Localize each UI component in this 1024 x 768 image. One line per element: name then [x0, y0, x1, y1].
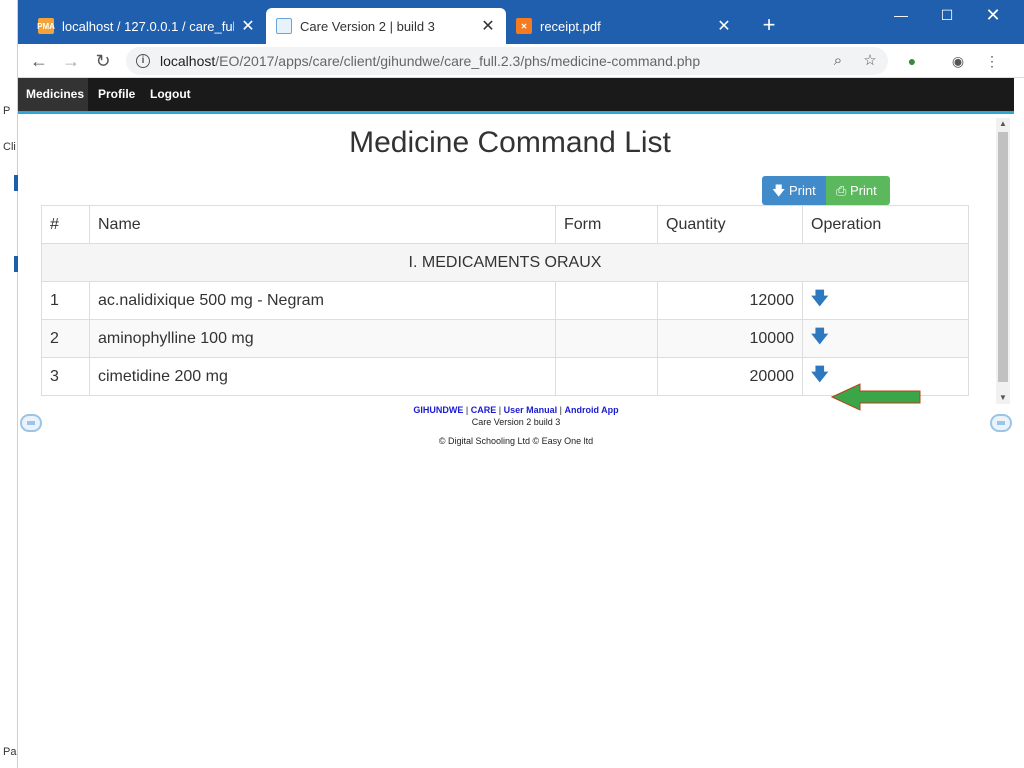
table-row: 1 ac.nalidixique 500 mg - Negram 12000 🡇 [41, 281, 969, 320]
scroll-down-icon[interactable]: ▼ [996, 392, 1010, 404]
extension-globe-icon[interactable]: ● [900, 49, 924, 73]
page-icon [276, 18, 292, 34]
arrow-down-icon[interactable]: 🡇 [811, 289, 828, 308]
row-number: 2 [41, 319, 90, 358]
column-header: Quantity [657, 205, 803, 244]
medicine-quantity: 20000 [657, 357, 803, 396]
tab-title: localhost / 127.0.0.1 / care_full_v [62, 18, 234, 34]
tab-strip: PMA localhost / 127.0.0.1 / care_full_v … [18, 0, 1024, 44]
table-header-row: # Name Form Quantity Operation [41, 205, 969, 244]
footer-copyright: © Digital Schooling Ltd © Easy One ltd [438, 436, 594, 446]
reload-icon[interactable]: ↻ [90, 48, 116, 74]
arrow-down-icon[interactable]: 🡇 [811, 365, 828, 384]
tab-receipt[interactable]: ✕ receipt.pdf ✕ [506, 8, 742, 44]
row-number: 1 [41, 281, 90, 320]
arrow-down-icon: 🡇 [772, 183, 786, 198]
maximize-icon[interactable]: ☐ [924, 0, 970, 30]
footer-separator: | [498, 405, 502, 415]
footer-links: GIHUNDWE | CARE | User Manual | Android … [18, 404, 1014, 416]
frame-scrollbar[interactable]: ▲ ▼ [996, 118, 1010, 404]
close-tab-icon[interactable]: ✕ [480, 16, 496, 36]
zoom-icon[interactable]: ⌕ [826, 49, 850, 73]
medicine-name: ac.nalidixique 500 mg - Negram [89, 281, 556, 320]
bg-text: P [3, 105, 11, 117]
frame-body: Medicine Command List 🡇 Print ⎙ Print # … [24, 126, 996, 402]
footer-link-user-manual[interactable]: User Manual [504, 405, 558, 415]
forward-icon[interactable]: → [58, 48, 84, 74]
app-navbar: Medicines Profile Logout [18, 78, 1014, 114]
nav-item-logout[interactable]: Logout [142, 78, 199, 111]
tab-title: receipt.pdf [540, 18, 601, 34]
footer: GIHUNDWE | CARE | User Manual | Android … [18, 404, 1014, 447]
tab-title: Care Version 2 | build 3 [300, 18, 435, 34]
info-icon[interactable]: i [136, 54, 150, 68]
nav-item-medicines[interactable]: Medicines [18, 78, 88, 111]
close-tab-icon[interactable]: ✕ [716, 16, 732, 36]
row-number: 3 [41, 357, 90, 396]
content-frame: Medicine Command List 🡇 Print ⎙ Print # … [18, 114, 1014, 411]
arrow-down-icon[interactable]: 🡇 [811, 327, 828, 346]
xampp-icon: ✕ [516, 18, 532, 34]
scrollbar-thumb[interactable] [998, 132, 1008, 382]
minimize-icon[interactable]: — [878, 0, 924, 30]
column-header: Form [555, 205, 658, 244]
section-label: I. MEDICAMENTS ORAUX [41, 243, 969, 282]
close-window-icon[interactable]: ✕ [970, 0, 1016, 30]
address-bar[interactable]: i localhost/EO/2017/apps/care/client/gih… [126, 47, 888, 75]
medicine-quantity: 12000 [657, 281, 803, 320]
tab-phpmyadmin[interactable]: PMA localhost / 127.0.0.1 / care_full_v … [28, 8, 266, 44]
footer-separator: | [465, 405, 469, 415]
back-icon[interactable]: ← [26, 48, 52, 74]
column-header: Operation [802, 205, 969, 244]
side-toggle-icon[interactable] [20, 414, 42, 432]
background-window: P Cli Pa [0, 0, 18, 768]
nav-item-profile[interactable]: Profile [90, 78, 143, 111]
print-label: Print [789, 183, 816, 198]
bg-text: Cli [3, 141, 16, 153]
table-row: 2 aminophylline 100 mg 10000 🡇 [41, 319, 969, 358]
url-path: /EO/2017/apps/care/client/gihundwe/care_… [215, 53, 701, 69]
print-label: Print [850, 183, 877, 198]
operation-cell: 🡇 [802, 281, 969, 320]
footer-link-gihundwe[interactable]: GIHUNDWE [413, 405, 463, 415]
browser-window: PMA localhost / 127.0.0.1 / care_full_v … [18, 0, 1024, 768]
column-header: Name [89, 205, 556, 244]
medicine-name: aminophylline 100 mg [89, 319, 556, 358]
medicine-table: # Name Form Quantity Operation I. MEDICA… [41, 205, 969, 396]
menu-kebab-icon[interactable]: ⋮ [980, 49, 1004, 73]
bg-text: Pa [3, 746, 17, 758]
printer-icon: ⎙ [836, 183, 847, 198]
phpmyadmin-icon: PMA [37, 18, 55, 34]
new-tab-button[interactable]: + [756, 12, 782, 38]
medicine-form [555, 319, 658, 358]
bookmark-star-icon[interactable]: ☆ [858, 49, 882, 73]
medicine-form [555, 357, 658, 396]
footer-link-android-app[interactable]: Android App [565, 405, 619, 415]
print-button[interactable]: ⎙ Print [826, 176, 890, 205]
medicine-name: cimetidine 200 mg [89, 357, 556, 396]
footer-version: Care Version 2 build 3 [471, 417, 561, 427]
footer-separator: | [559, 405, 562, 415]
footer-link-care[interactable]: CARE [471, 405, 497, 415]
column-header: # [41, 205, 90, 244]
browser-toolbar: ← → ↻ i localhost/EO/2017/apps/care/clie… [18, 44, 1024, 78]
url-host: localhost [160, 53, 216, 69]
tab-care[interactable]: Care Version 2 | build 3 ✕ [266, 8, 506, 44]
medicine-form [555, 281, 658, 320]
side-toggle-icon[interactable] [990, 414, 1012, 432]
close-tab-icon[interactable]: ✕ [240, 16, 256, 36]
section-row: I. MEDICAMENTS ORAUX [41, 243, 969, 282]
page-title: Medicine Command List [349, 126, 671, 159]
scroll-up-icon[interactable]: ▲ [996, 118, 1010, 130]
profile-avatar-icon[interactable]: ◉ [946, 49, 970, 73]
operation-cell: 🡇 [802, 319, 969, 358]
print-download-button[interactable]: 🡇 Print [762, 176, 826, 205]
medicine-quantity: 10000 [657, 319, 803, 358]
